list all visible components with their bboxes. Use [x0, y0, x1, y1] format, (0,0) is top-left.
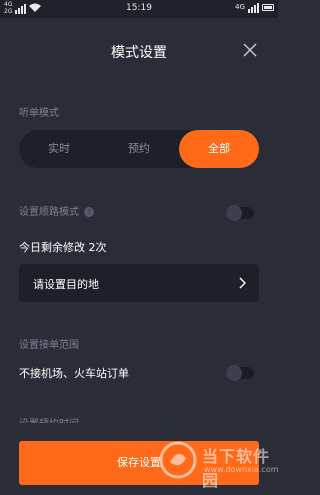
- listen-mode-option-all[interactable]: 全部: [179, 130, 259, 168]
- listen-mode-label: 听单模式: [19, 108, 59, 119]
- watermark-url: www.downxia.com: [204, 465, 279, 474]
- route-mode-toggle[interactable]: [226, 205, 254, 221]
- remaining-changes-text: 今日剩余修改 2次: [19, 241, 107, 254]
- page-title: 模式设置: [111, 45, 167, 61]
- chevron-right-icon: [239, 277, 246, 289]
- watermark-logo: [159, 441, 197, 479]
- status-right: 4G: [235, 1, 274, 13]
- exclude-airport-toggle[interactable]: [226, 365, 254, 381]
- listen-mode-option-reservation[interactable]: 预约: [99, 130, 179, 168]
- help-icon[interactable]: ?: [84, 207, 94, 217]
- network-right-label: 4G: [235, 3, 245, 11]
- exclude-airport-label: 不接机场、火车站订单: [19, 367, 129, 380]
- listen-mode-option-realtime[interactable]: 实时: [19, 130, 99, 168]
- route-mode-row: 设置顺路模式?: [19, 203, 94, 218]
- status-bar: 4G 2G 15:19 4G: [0, 0, 278, 18]
- order-range-label: 设置接单范围: [19, 340, 79, 351]
- listen-mode-segmented-control: 实时 预约 全部: [19, 130, 259, 168]
- route-mode-toggle-knob: [226, 205, 242, 221]
- signal-right-icon: [248, 1, 259, 13]
- watermark: 当下软件园 www.downxia.com: [150, 428, 279, 495]
- destination-label: 请设置目的地: [33, 278, 99, 291]
- battery-icon: [262, 3, 274, 11]
- title-bar: 模式设置: [0, 30, 278, 74]
- route-mode-label: 设置顺路模式: [19, 207, 79, 218]
- close-icon[interactable]: [240, 40, 260, 60]
- next-section-label: 设置预约时间: [19, 415, 79, 423]
- exclude-airport-toggle-knob: [226, 365, 242, 381]
- destination-field[interactable]: 请设置目的地: [19, 264, 259, 302]
